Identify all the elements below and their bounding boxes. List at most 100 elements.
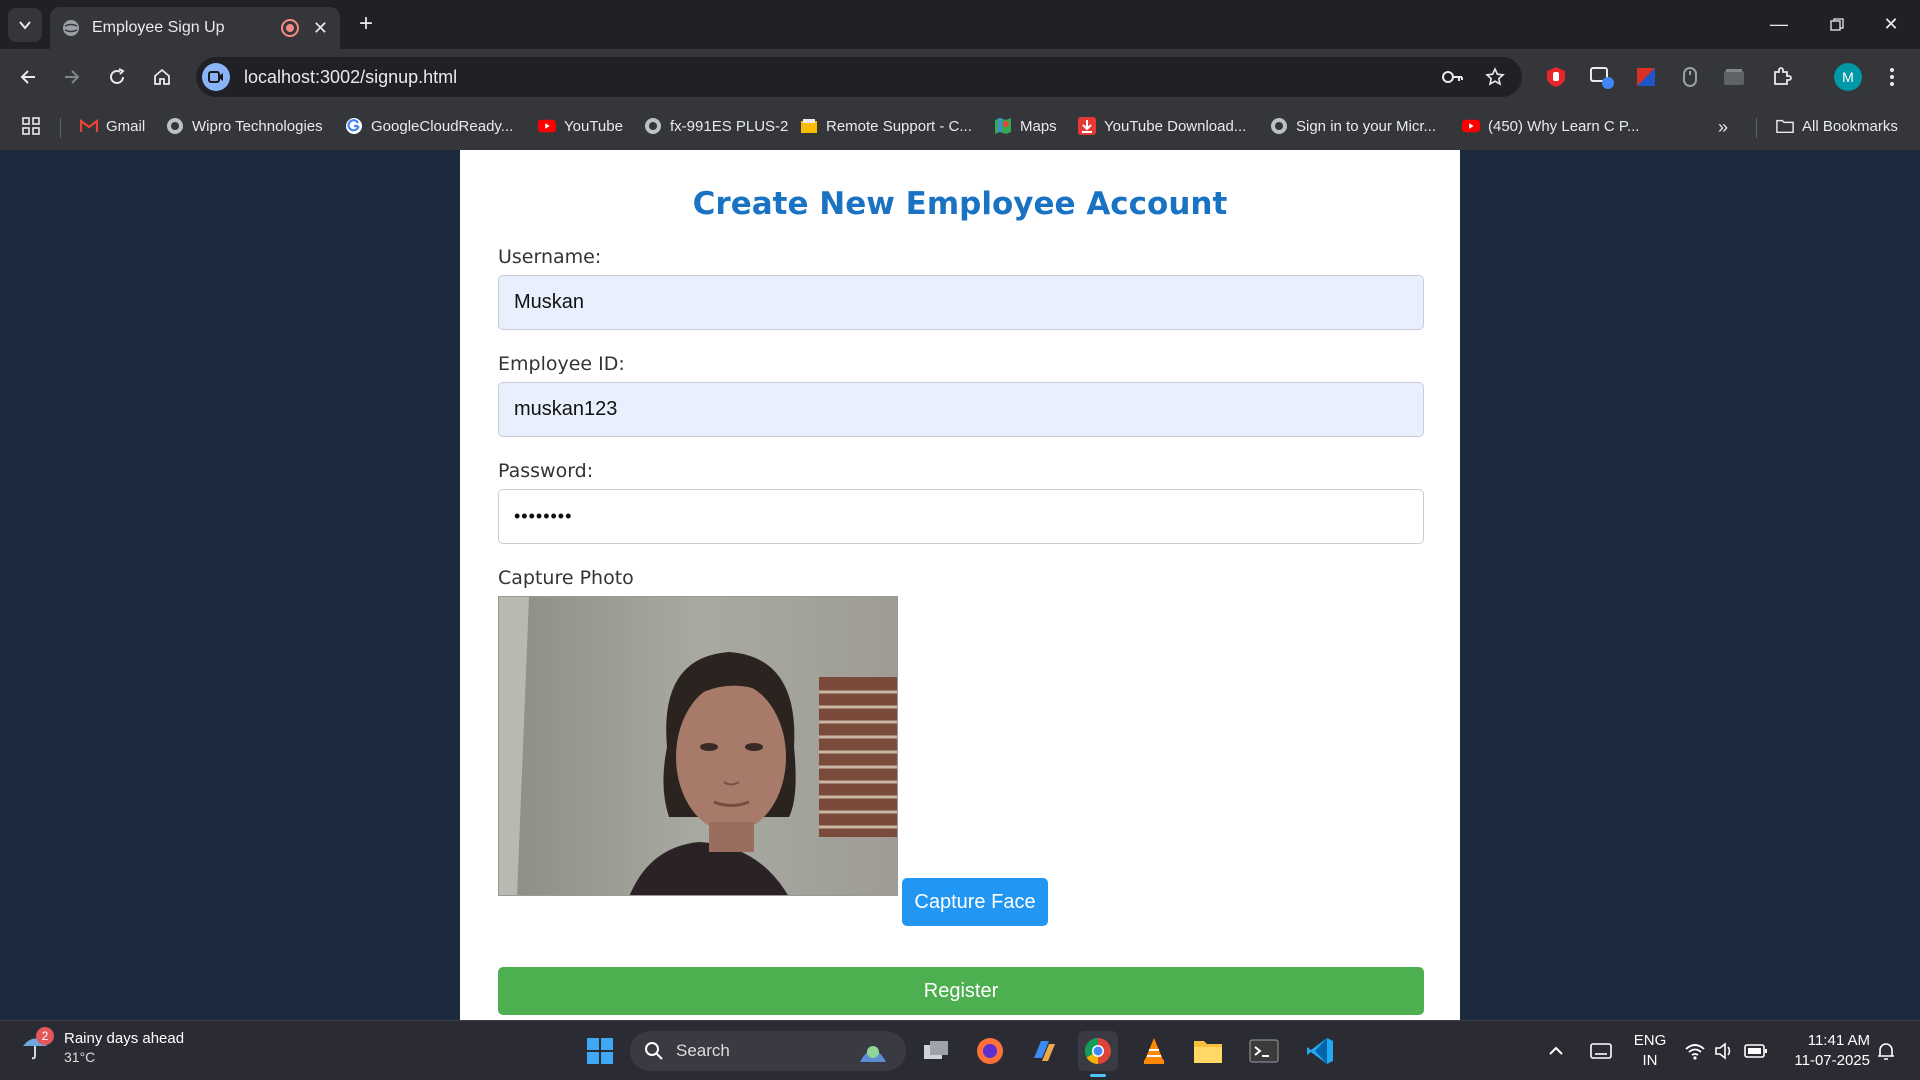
arrow-right-icon [65, 70, 80, 84]
employee-id-label: Employee ID: [498, 353, 625, 375]
extensions-puzzle-icon[interactable] [1768, 63, 1796, 91]
system-clock[interactable]: 11:41 AM 11-07-2025 [1784, 1031, 1870, 1071]
taskbar-search[interactable]: Search [630, 1031, 906, 1071]
clock-time: 11:41 AM [1807, 1032, 1870, 1049]
bookmark-youtube[interactable]: YouTube [538, 117, 623, 135]
browser-toolbar: localhost:3002/signup.html M [0, 49, 1920, 105]
task-view-icon [924, 1041, 948, 1059]
url-text[interactable]: localhost:3002/signup.html [244, 67, 1438, 88]
battery-icon[interactable] [1744, 1021, 1768, 1080]
double-chevron-right-icon: » [1718, 117, 1729, 137]
webcam-preview [498, 596, 898, 896]
profile-avatar[interactable]: M [1834, 63, 1862, 91]
gmail-icon [80, 117, 98, 135]
tab-strip: Employee Sign Up ✕ + — ✕ [0, 0, 1920, 49]
weather-temp: 31°C [64, 1049, 96, 1065]
employee-id-input[interactable]: muskan123 [498, 382, 1424, 437]
screen-capture-extension-icon[interactable] [1588, 63, 1616, 91]
restore-button[interactable] [1808, 0, 1866, 49]
download-icon [1078, 117, 1096, 135]
apps-button[interactable] [22, 117, 40, 135]
bookmark-label: Maps [1020, 117, 1057, 135]
minimize-button[interactable]: — [1750, 0, 1808, 49]
mouse-extension-icon[interactable] [1676, 63, 1704, 91]
clock-date: 11-07-2025 [1794, 1052, 1870, 1069]
search-label: Search [676, 1041, 730, 1060]
close-window-button[interactable]: ✕ [1862, 0, 1920, 49]
vscode-taskbar-icon[interactable] [1300, 1031, 1340, 1071]
bookmark-youtube-download[interactable]: YouTube Download... [1078, 117, 1246, 135]
reload-button[interactable] [101, 61, 133, 93]
bookmark-microsoft-signin[interactable]: Sign in to your Micr... [1270, 117, 1436, 135]
capture-face-button[interactable]: Capture Face [902, 878, 1048, 926]
color-extension-icon[interactable] [1632, 63, 1660, 91]
tab-search-button[interactable] [8, 8, 42, 42]
bookmark-label: Gmail [106, 117, 146, 135]
browser-tab[interactable]: Employee Sign Up ✕ [50, 7, 340, 49]
start-button[interactable] [580, 1031, 620, 1071]
password-key-icon[interactable] [1438, 62, 1468, 92]
bookmark-gmail[interactable]: Gmail [80, 117, 145, 135]
weather-badge: 2 [36, 1027, 54, 1045]
bookmark-maps[interactable]: Maps [994, 117, 1057, 135]
task-view-button[interactable] [916, 1031, 956, 1071]
notification-bell-icon [1878, 1043, 1894, 1060]
arrow-left-icon [20, 70, 35, 84]
umbrella-icon: 2 [20, 1027, 54, 1065]
back-button[interactable] [12, 61, 44, 93]
folder-icon [1776, 117, 1794, 135]
new-tab-button[interactable]: + [352, 10, 380, 38]
bookmark-wipro[interactable]: Wipro Technologies [166, 117, 323, 135]
restore-icon [1830, 17, 1844, 31]
vlc-taskbar-icon[interactable] [1134, 1031, 1174, 1071]
show-hidden-icons-button[interactable] [1548, 1021, 1564, 1080]
notifications-button[interactable] [1876, 1021, 1896, 1080]
ublock-extension-icon[interactable] [1542, 63, 1570, 91]
password-label: Password: [498, 460, 594, 482]
bookmark-fx991[interactable]: fx-991ES PLUS-2 [644, 117, 788, 135]
globe-icon [63, 20, 79, 36]
password-input[interactable]: •••••••• [498, 489, 1424, 544]
youtube-icon [1462, 117, 1480, 135]
volume-icon[interactable] [1714, 1021, 1734, 1080]
bookmark-remote-support[interactable]: Remote Support - C... [800, 117, 972, 135]
camera-in-use-icon[interactable] [202, 63, 230, 91]
home-button[interactable] [146, 61, 178, 93]
file-explorer-taskbar-icon[interactable] [1188, 1031, 1228, 1071]
language-code: ENG [1633, 1032, 1667, 1049]
terminal-taskbar-icon[interactable] [1244, 1031, 1284, 1071]
register-button[interactable]: Register [498, 967, 1424, 1015]
globe-icon [644, 117, 662, 135]
kebab-menu-icon[interactable] [1878, 63, 1906, 91]
windows-logo-icon [587, 1038, 613, 1064]
apps-grid-icon [22, 117, 40, 135]
bookmark-googlecloudready[interactable]: GoogleCloudReady... [345, 117, 513, 135]
bookmark-label: (450) Why Learn C P... [1488, 117, 1640, 135]
bookmarks-divider [60, 118, 61, 138]
chrome-taskbar-icon[interactable] [1078, 1031, 1118, 1077]
copilot-taskbar-icon[interactable] [1024, 1031, 1064, 1071]
all-bookmarks-button[interactable]: All Bookmarks [1776, 117, 1898, 135]
tab-title: Employee Sign Up [92, 19, 225, 36]
bookmark-label: fx-991ES PLUS-2 [670, 117, 789, 135]
remote-icon [800, 117, 818, 135]
region-code: IN [1642, 1052, 1658, 1069]
chevron-up-icon [1549, 1046, 1563, 1055]
close-tab-icon[interactable]: ✕ [313, 18, 328, 39]
username-label: Username: [498, 246, 602, 268]
more-bookmarks-button[interactable]: » [1718, 117, 1728, 138]
firefox-taskbar-icon[interactable] [970, 1031, 1010, 1071]
tab-manager-extension-icon[interactable] [1720, 63, 1748, 91]
bookmark-star-icon[interactable] [1480, 62, 1510, 92]
bookmark-label: Remote Support - C... [826, 117, 972, 135]
weather-widget[interactable]: 2 Rainy days ahead 31°C [20, 1027, 185, 1067]
keyboard-icon[interactable] [1590, 1021, 1612, 1080]
weather-title: Rainy days ahead [64, 1030, 185, 1047]
forward-button[interactable] [56, 61, 88, 93]
bookmark-why-learn-c[interactable]: (450) Why Learn C P... [1462, 117, 1639, 135]
username-input[interactable]: Muskan [498, 275, 1424, 330]
wifi-icon[interactable] [1684, 1021, 1706, 1080]
address-bar[interactable]: localhost:3002/signup.html [196, 57, 1522, 97]
language-indicator[interactable]: ENG IN [1630, 1031, 1670, 1071]
reload-icon [110, 68, 125, 84]
